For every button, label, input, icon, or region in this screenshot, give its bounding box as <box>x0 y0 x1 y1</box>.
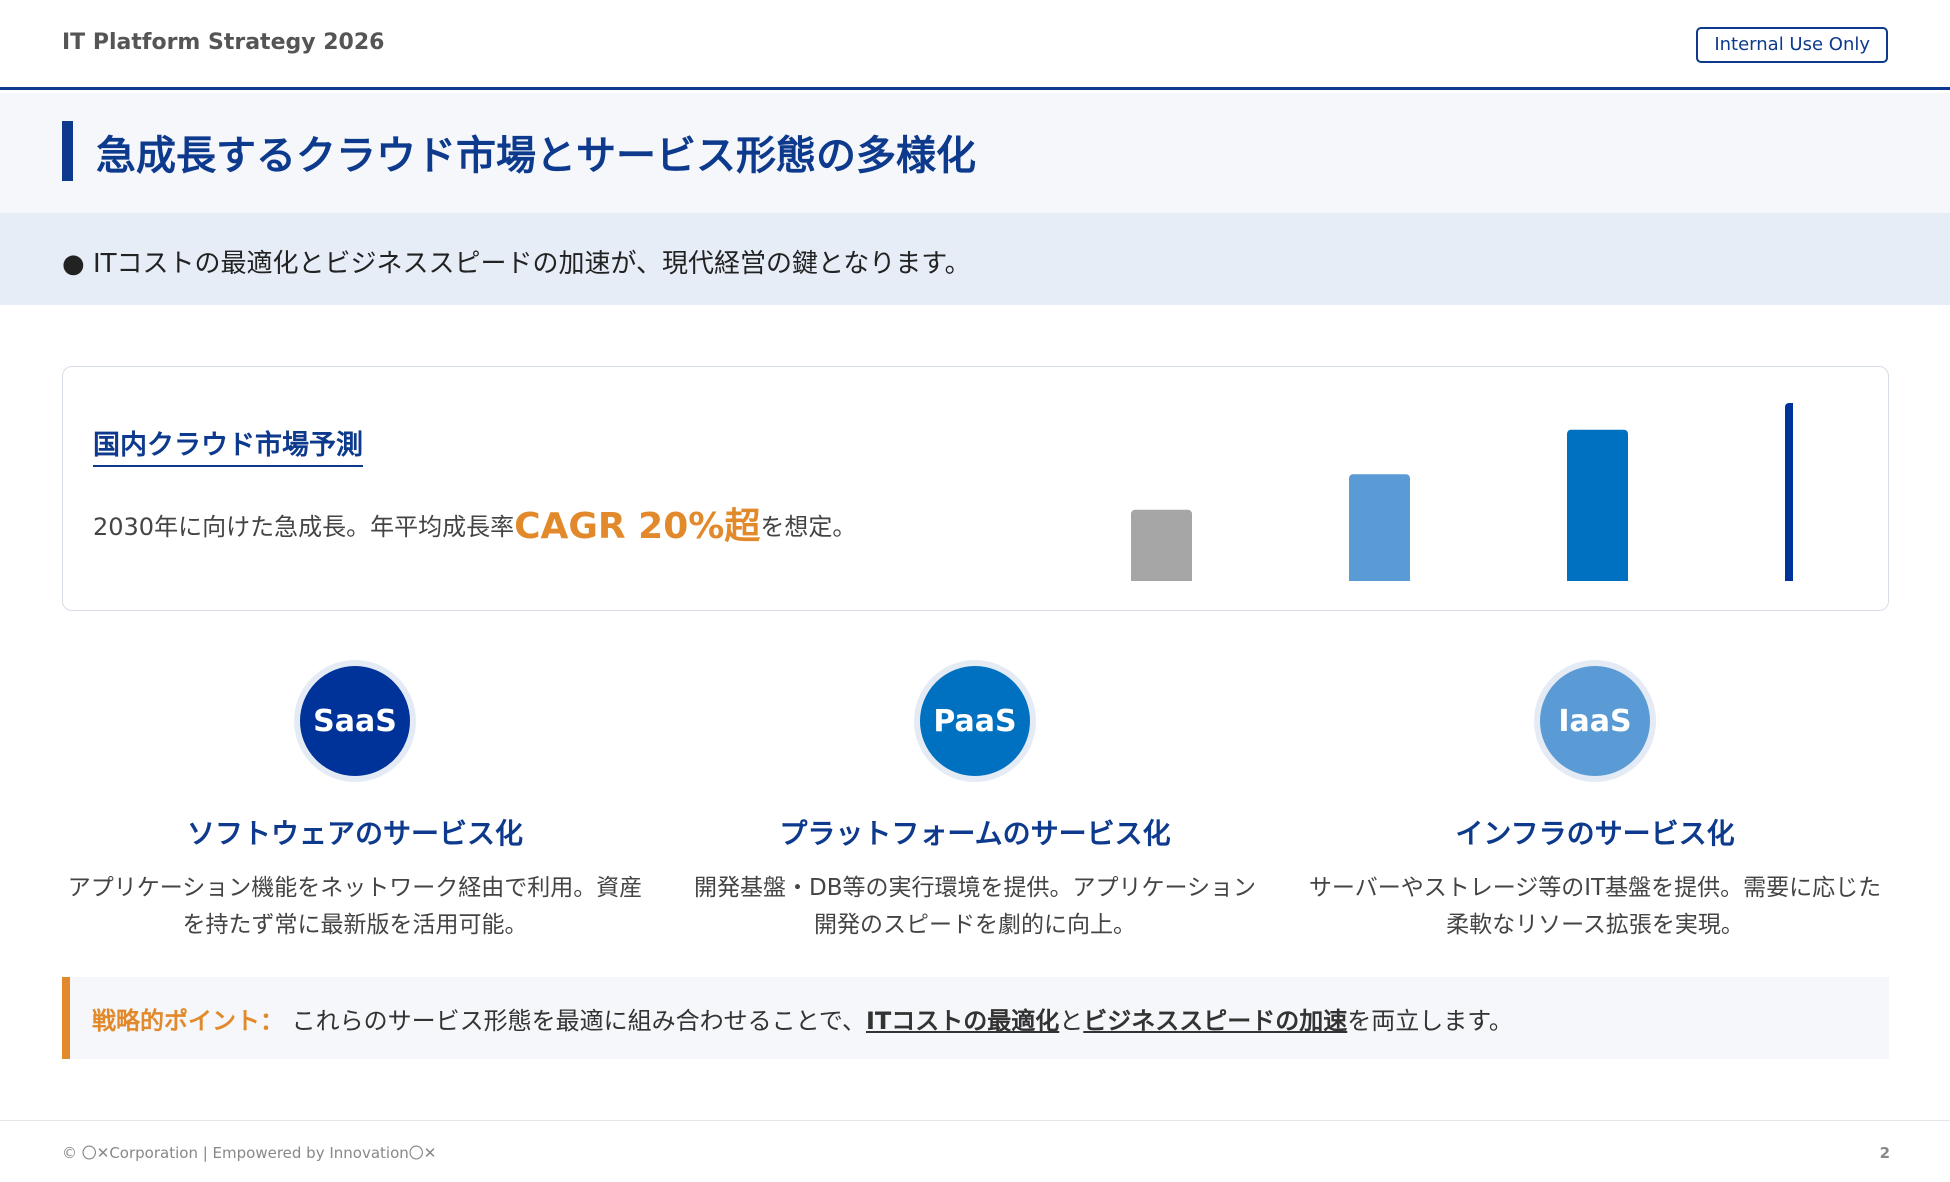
paas-badge-icon: PaaS <box>914 660 1036 782</box>
point-text-before: これらのサービス形態を最適に組み合わせることで、 <box>291 1007 866 1035</box>
internal-use-badge: Internal Use Only <box>1696 27 1888 63</box>
chart-bar-1 <box>1131 509 1192 587</box>
market-desc-before: 2030年に向けた急成長。年平均成長率 <box>93 513 515 541</box>
market-card-title: 国内クラウド市場予測 <box>93 423 363 467</box>
paas-title: プラットフォームのサービス化 <box>779 817 1171 850</box>
chart-bar-3 <box>1567 429 1628 587</box>
iaas-badge-icon: IaaS <box>1534 660 1656 782</box>
market-card-description: 2030年に向けた急成長。年平均成長率CAGR 20%超を想定。 <box>93 497 856 549</box>
iaas-title: インフラのサービス化 <box>1455 817 1735 850</box>
paas-description: 開発基盤・DB等の実行環境を提供。アプリケーション開発のスピードを劇的に向上。 <box>693 875 1257 938</box>
saas-badge-icon: SaaS <box>294 660 416 782</box>
saas-title: ソフトウェアのサービス化 <box>186 817 523 850</box>
iaas-description: サーバーやストレージ等のIT基盤を提供。需要に応じた柔軟なリソース拡張を実現。 <box>1308 875 1882 938</box>
subtitle-band: ● ITコストの最適化とビジネススピードの加速が、現代経営の鍵となります。 <box>0 213 1950 305</box>
strategic-point-box: 戦略的ポイント： これらのサービス形態を最適に組み合わせることで、ITコストの最… <box>62 977 1889 1059</box>
market-desc-after: を想定。 <box>760 513 857 541</box>
market-bar-chart <box>1033 403 1793 587</box>
market-forecast-card: 国内クラウド市場予測 2030年に向けた急成長。年平均成長率CAGR 20%超を… <box>62 366 1889 611</box>
strategic-point-label: 戦略的ポイント： <box>92 1007 284 1035</box>
service-iaas: IaaS インフラのサービス化 サーバーやストレージ等のIT基盤を提供。需要に応… <box>1300 660 1890 944</box>
chart-baseline-mask <box>1033 581 1793 587</box>
saas-description: アプリケーション機能をネットワーク経由で利用。資産を持たず常に最新版を活用可能。 <box>67 875 643 938</box>
strategic-point-text: 戦略的ポイント： これらのサービス形態を最適に組み合わせることで、ITコストの最… <box>92 1001 1513 1036</box>
point-text-after: を両立します。 <box>1347 1007 1513 1035</box>
title-accent-bar <box>62 121 73 181</box>
header-title: IT Platform Strategy 2026 <box>62 30 385 55</box>
point-emphasis-cost: ITコストの最適化 <box>865 1007 1060 1035</box>
service-saas: SaaS ソフトウェアのサービス化 アプリケーション機能をネットワーク経由で利用… <box>60 660 650 944</box>
saas-abbr: SaaS <box>313 703 397 739</box>
slide-title: 急成長するクラウド市場とサービス形態の多様化 <box>96 133 976 179</box>
footer-copyright: © 〇✕Corporation | Empowered by Innovatio… <box>62 1144 437 1162</box>
slide-header: IT Platform Strategy 2026 Internal Use O… <box>0 0 1950 90</box>
chart-bar-4 <box>1785 403 1793 587</box>
point-text-mid: と <box>1059 1007 1084 1035</box>
point-emphasis-speed: ビジネススピードの加速 <box>1083 1007 1348 1035</box>
footer-divider <box>0 1120 1950 1121</box>
title-band: 急成長するクラウド市場とサービス形態の多様化 <box>0 93 1950 213</box>
slide-subtitle: ● ITコストの最適化とビジネススピードの加速が、現代経営の鍵となります。 <box>62 249 971 279</box>
iaas-abbr: IaaS <box>1558 703 1632 739</box>
service-paas: PaaS プラットフォームのサービス化 開発基盤・DB等の実行環境を提供。アプリ… <box>680 660 1270 944</box>
cagr-highlight: CAGR 20%超 <box>514 506 761 547</box>
chart-bar-2 <box>1349 474 1410 587</box>
paas-abbr: PaaS <box>933 703 1017 739</box>
page-number: 2 <box>1879 1144 1890 1162</box>
